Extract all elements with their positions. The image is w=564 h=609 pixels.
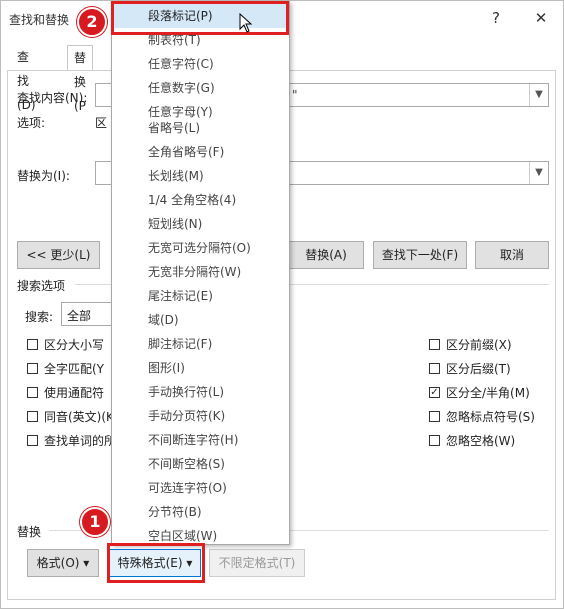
cancel-button[interactable]: 取消 [475, 241, 549, 269]
checkbox-icon[interactable] [429, 339, 440, 350]
step-badge-1: 1 [80, 507, 110, 537]
check-ignore-space[interactable]: 忽略空格(W) [429, 432, 515, 449]
replace-section-title: 替换 [17, 525, 42, 539]
check-match-prefix[interactable]: 区分前缀(X) [429, 336, 512, 353]
menu-item[interactable]: 空白区域(W) [112, 524, 289, 544]
checkbox-icon[interactable] [27, 387, 38, 398]
find-next-button[interactable]: 查找下一处(F) [373, 241, 467, 269]
find-input-value: " [292, 88, 298, 102]
menu-item[interactable]: 分节符(B) [112, 500, 289, 524]
find-label: 查找内容(N): [17, 91, 88, 105]
close-button[interactable]: ✕ [526, 7, 556, 29]
dialog-title: 查找和替换 [9, 13, 70, 27]
menu-item[interactable]: 省略号(L) [112, 116, 289, 140]
checkbox-icon[interactable] [27, 363, 38, 374]
menu-item[interactable]: 域(D) [112, 308, 289, 332]
check-ignore-punct[interactable]: 忽略标点符号(S) [429, 408, 535, 425]
menu-item[interactable]: 可选连字符(O) [112, 476, 289, 500]
menu-item[interactable]: 图形(I) [112, 356, 289, 380]
menu-item[interactable]: 无宽非分隔符(W) [112, 260, 289, 284]
less-button[interactable]: << 更少(L) [17, 241, 100, 269]
menu-item[interactable]: 全角省略号(F) [112, 140, 289, 164]
highlight-box-special-button [107, 543, 205, 583]
search-label: 搜索: [25, 310, 54, 324]
checkbox-icon[interactable] [27, 339, 38, 350]
checkbox-icon[interactable] [27, 411, 38, 422]
special-format-menu: 段落标记(P) 制表符(T) 任意字符(C) 任意数字(G) 任意字母(Y) 省… [111, 1, 290, 545]
highlight-box-menu-item [111, 1, 289, 35]
check-wildcards[interactable]: 使用通配符 [27, 384, 104, 401]
menu-item[interactable]: 手动分页符(K) [112, 404, 289, 428]
no-format-button[interactable]: 不限定格式(T) [209, 549, 305, 577]
menu-item[interactable]: 短划线(N) [112, 212, 289, 236]
check-all-word-forms[interactable]: 查找单词的所 [27, 432, 116, 449]
check-sounds-like[interactable]: 同音(英文)(K [27, 408, 114, 425]
tab-find[interactable]: 查找(D) [11, 45, 42, 112]
checkbox-icon[interactable] [429, 435, 440, 446]
chevron-down-icon[interactable]: ▼ [529, 84, 548, 106]
options-value: 区 [95, 116, 108, 130]
format-button[interactable]: 格式(O) ▾ [27, 549, 99, 577]
help-button[interactable]: ? [481, 7, 511, 29]
tab-replace[interactable]: 替换(P [67, 45, 94, 113]
search-options-title: 搜索选项 [17, 279, 66, 293]
options-label: 选项: [17, 116, 46, 130]
menu-item[interactable]: 任意数字(G) [112, 76, 289, 100]
replace-button[interactable]: 替换(A) [289, 241, 364, 269]
check-whole-word[interactable]: 全字匹配(Y [27, 360, 104, 377]
check-width[interactable]: ✓ 区分全/半角(M) [429, 384, 530, 401]
menu-item[interactable]: 任意字符(C) [112, 52, 289, 76]
menu-item[interactable]: 不间断空格(S) [112, 452, 289, 476]
menu-item[interactable]: 不间断连字符(H) [112, 428, 289, 452]
find-replace-dialog: 查找和替换 ? ✕ 查找(D) 替换(P 查找内容(N): " ▼ 选项: 区 … [0, 0, 564, 609]
menu-item[interactable]: 1/4 全角空格(4) [112, 188, 289, 212]
step-badge-2: 2 [77, 7, 107, 37]
menu-item[interactable]: 无宽可选分隔符(O) [112, 236, 289, 260]
check-match-case[interactable]: 区分大小写 [27, 336, 104, 353]
cursor-icon [239, 13, 253, 33]
checkbox-icon[interactable] [27, 435, 38, 446]
chevron-down-icon[interactable]: ▼ [529, 162, 548, 184]
search-direction-value: 全部 [67, 309, 92, 323]
checkbox-icon[interactable] [429, 363, 440, 374]
checkbox-checked-icon[interactable]: ✓ [429, 387, 440, 398]
replace-label: 替换为(I): [17, 169, 70, 183]
menu-item[interactable]: 长划线(M) [112, 164, 289, 188]
menu-item[interactable]: 脚注标记(F) [112, 332, 289, 356]
menu-item[interactable]: 尾注标记(E) [112, 284, 289, 308]
checkbox-icon[interactable] [429, 411, 440, 422]
check-match-suffix[interactable]: 区分后缀(T) [429, 360, 511, 377]
menu-item[interactable]: 手动换行符(L) [112, 380, 289, 404]
